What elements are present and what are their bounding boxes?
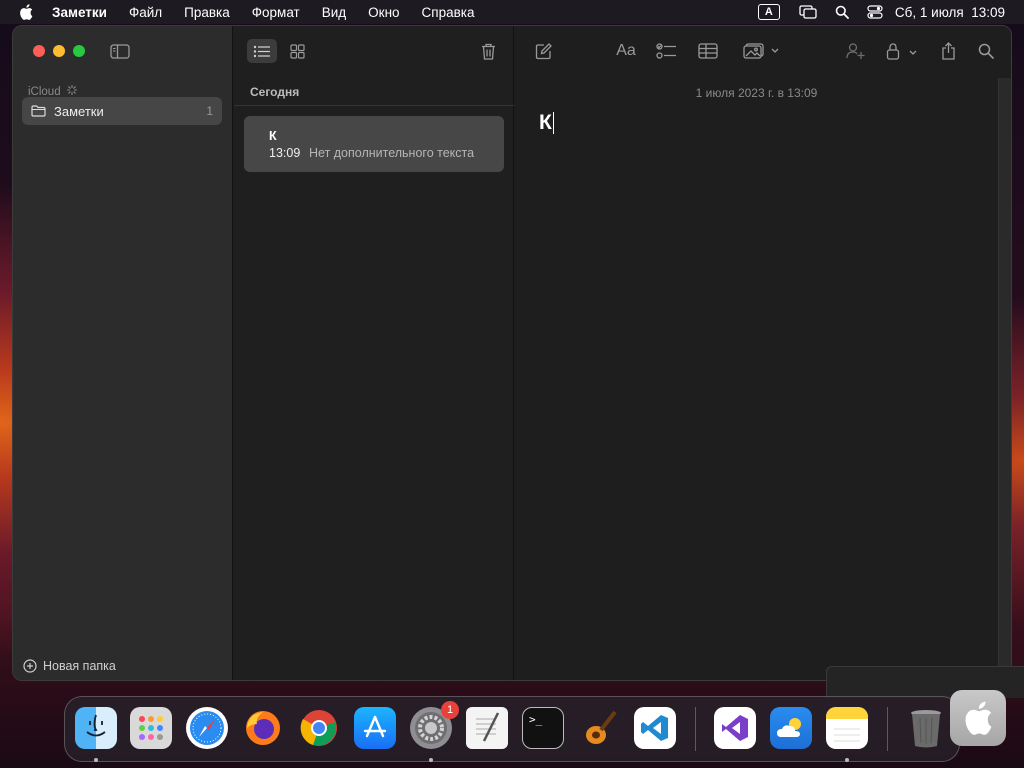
media-insert-icon[interactable] [741,40,781,62]
note-list-item[interactable]: К 13:09 Нет дополнительного текста [244,116,504,172]
spotlight-search-icon[interactable] [835,5,849,19]
weather-icon[interactable] [770,707,812,749]
dock-separator [695,707,696,751]
new-folder-label: Новая папка [43,659,116,673]
screen-mirroring-icon[interactable] [799,5,817,19]
menu-window[interactable]: Окно [368,5,399,20]
gallery-view-icon[interactable] [284,39,310,63]
list-section-header: Сегодня [234,78,514,106]
visual-studio-icon[interactable] [714,707,756,749]
collaborate-icon[interactable] [843,40,869,62]
note-list-pane: Сегодня К 13:09 Нет дополнительного текс… [234,26,514,680]
minimize-button[interactable] [53,45,65,57]
table-icon[interactable] [695,40,721,62]
control-center-icon[interactable] [867,5,883,19]
apple-logo-icon [950,690,1006,746]
notification-badge: 1 [441,701,459,719]
running-indicator [429,758,433,762]
notes-app-icon[interactable] [826,707,868,749]
editor-scrollbar[interactable] [998,78,1011,680]
text-caret [552,112,555,134]
sidebar-section-label: iCloud [28,85,61,98]
app-store-icon[interactable] [354,707,396,749]
folder-count-badge: 1 [206,104,213,118]
menu-help[interactable]: Справка [422,5,475,20]
note-preview: Нет дополнительного текста [309,146,475,160]
finder-icon[interactable] [75,707,117,749]
running-indicator [94,758,98,762]
dock-separator [887,707,888,751]
format-text-icon[interactable]: Aa [612,40,640,62]
list-view-button[interactable] [247,39,277,63]
launchpad-icon[interactable] [130,707,172,749]
plus-circle-icon [23,659,37,673]
menu-app-name[interactable]: Заметки [52,5,107,20]
terminal-icon[interactable]: >_ [522,707,564,749]
close-button[interactable] [33,45,45,57]
trash-icon[interactable] [476,39,500,63]
note-date: 1 июля 2023 г. в 13:09 [695,86,818,100]
firefox-icon[interactable] [242,707,284,749]
sidebar-item-label: Заметки [54,103,104,119]
menu-view[interactable]: Вид [322,5,346,20]
chrome-icon[interactable] [298,707,340,749]
zoom-button[interactable] [73,45,85,57]
lock-icon[interactable] [884,40,920,62]
menu-edit[interactable]: Правка [184,5,230,20]
menu-bar: Заметки Файл Правка Формат Вид Окно Спра… [0,0,1024,24]
share-icon[interactable] [937,40,959,62]
menu-file[interactable]: Файл [129,5,162,20]
input-source-icon[interactable]: A [757,4,780,20]
folder-icon [31,105,46,117]
note-editor-pane: Aa 1 июля 2023 г. в 13:09 К [515,26,1011,680]
running-indicator [845,758,849,762]
menu-format[interactable]: Формат [252,5,300,20]
sidebar-toggle-icon[interactable] [109,42,131,60]
list-view-icon [253,45,271,58]
vscode-icon[interactable] [634,707,676,749]
sidebar: iCloud Заметки 1 Новая папка [13,26,233,680]
menu-clock[interactable]: Сб, 1 июля 13:09 [895,5,1005,20]
apple-menu-icon[interactable] [19,3,35,21]
new-folder-button[interactable]: Новая папка [23,659,116,673]
sidebar-item-notes[interactable]: Заметки 1 [22,97,222,125]
checklist-icon[interactable] [653,40,679,62]
note-body-text: К [539,111,552,134]
note-time: 13:09 [269,146,301,160]
note-title: К [269,129,277,143]
notes-window: iCloud Заметки 1 Новая папка Сегодня К 1… [12,25,1012,681]
dock: >_ 1 [64,696,960,762]
note-body-editor[interactable]: К [539,111,555,135]
compose-icon[interactable] [531,40,555,62]
garageband-icon[interactable] [578,707,620,749]
search-icon[interactable] [975,40,997,62]
trash-bin-icon[interactable] [905,707,947,749]
safari-icon[interactable] [186,707,228,749]
textedit-icon[interactable] [466,707,508,749]
